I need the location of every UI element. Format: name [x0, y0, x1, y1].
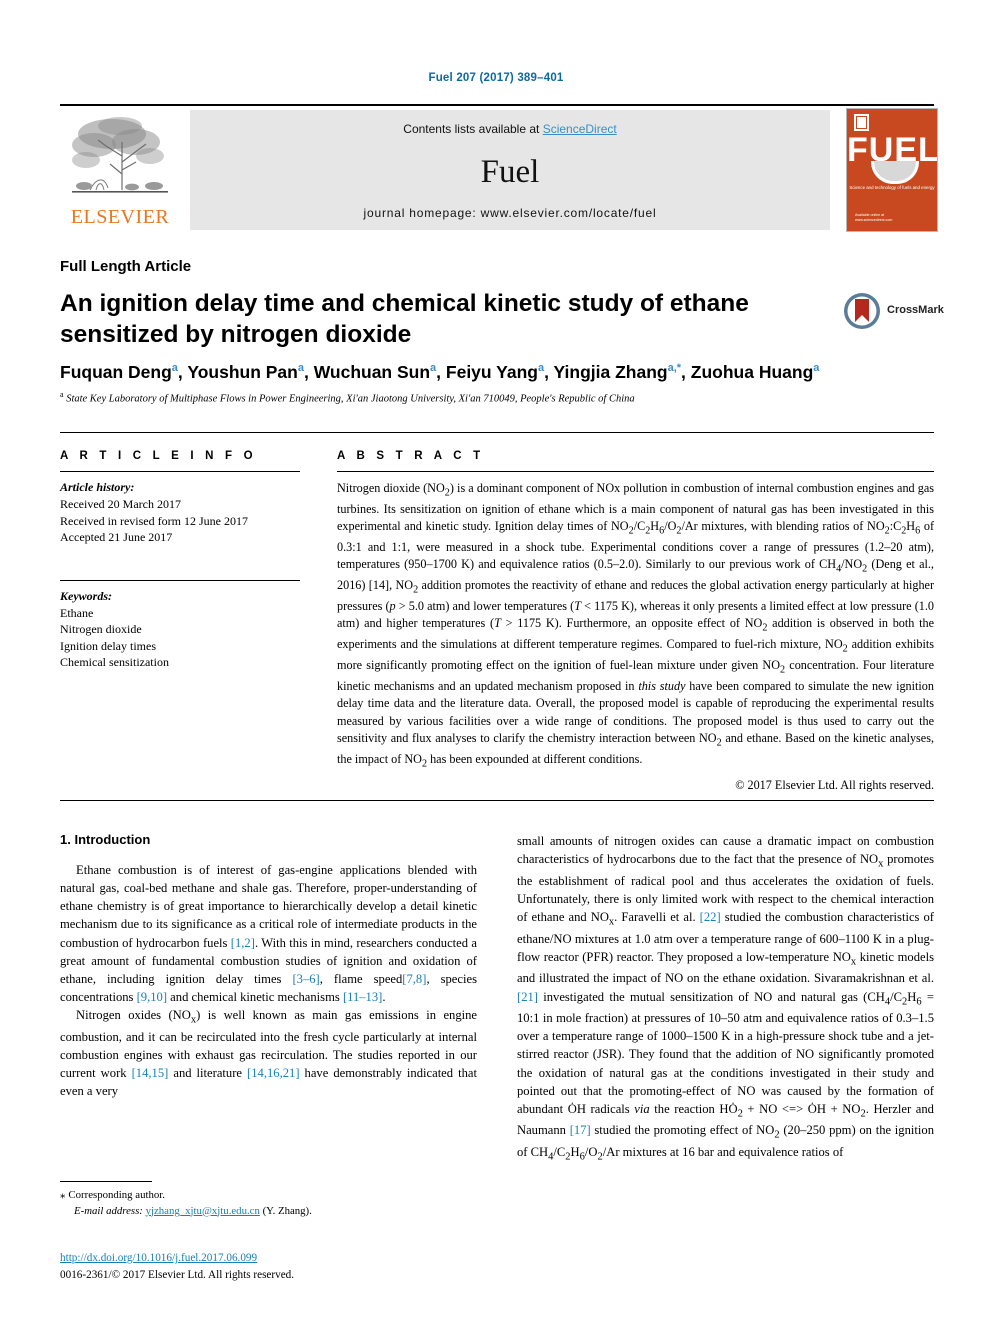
- sciencedirect-link[interactable]: ScienceDirect: [543, 122, 617, 136]
- abstract-body: Nitrogen dioxide (NO2) is a dominant com…: [337, 481, 935, 770]
- abstract-heading: A B S T R A C T: [337, 450, 485, 462]
- abstract-column: A B S T R A C T Nitrogen dioxide (NO2) i…: [337, 450, 934, 793]
- info-divider: [60, 471, 300, 472]
- article-page: Fuel 207 (2017) 389–401 ELSEVIER Content…: [0, 0, 992, 1323]
- footer-block: http://dx.doi.org/10.1016/j.fuel.2017.06…: [60, 1250, 560, 1284]
- journal-band: Contents lists available at ScienceDirec…: [190, 110, 830, 230]
- footnote-block: ⁎ Corresponding author. E-mail address: y…: [60, 1188, 477, 1219]
- cover-arc-graphic: [871, 161, 919, 184]
- keyword-item: Chemical sensitization: [60, 655, 169, 670]
- issn-copyright-line: 0016-2361/© 2017 Elsevier Ltd. All right…: [60, 1268, 295, 1281]
- info-bottom-rule: [60, 800, 934, 801]
- article-info-column: A R T I C L E I N F O Article history: R…: [60, 450, 300, 671]
- journal-title: Fuel: [480, 154, 540, 190]
- article-history-heading: Article history:: [60, 480, 135, 494]
- history-item: Received 20 March 2017: [60, 497, 181, 511]
- article-info-heading: A R T I C L E I N F O: [60, 450, 257, 462]
- info-top-rule: [60, 432, 934, 433]
- body-column-left: 1. Introduction Ethane combustion is of …: [60, 832, 477, 1100]
- corresponding-author-note: ⁎ Corresponding author.: [60, 1188, 477, 1204]
- paragraph: small amounts of nitrogen oxides can cau…: [517, 834, 934, 1163]
- history-item: Accepted 21 June 2017: [60, 530, 173, 545]
- elsevier-wordmark: ELSEVIER: [70, 206, 170, 228]
- email-label: E-mail address:: [74, 1204, 143, 1217]
- crossmark-badge[interactable]: CrossMark: [843, 290, 944, 334]
- corresponding-author-text: Corresponding author.: [68, 1189, 165, 1201]
- corresponding-author-marker: ⁎: [60, 1189, 66, 1201]
- email-link[interactable]: yjzhang_xjtu@xjtu.edu.cn: [146, 1205, 260, 1217]
- crossmark-label: CrossMark: [887, 304, 944, 316]
- keywords-divider: [60, 579, 300, 581]
- cover-badge-icon: [854, 114, 869, 131]
- page-title: An ignition delay time and chemical kine…: [60, 290, 749, 349]
- abstract-divider: [337, 471, 934, 472]
- cover-subtitle: Science and technology of fuels and ener…: [849, 185, 935, 190]
- body-column-right: small amounts of nitrogen oxides can cau…: [517, 832, 934, 1165]
- paragraph: Nitrogen oxides (NOx) is well known as m…: [60, 1008, 478, 1098]
- abstract-copyright: © 2017 Elsevier Ltd. All rights reserved…: [735, 777, 934, 792]
- history-item: Received in revised form 12 June 2017: [60, 513, 248, 528]
- keywords-heading: Keywords:: [60, 588, 112, 603]
- email-note: E-mail address: yjzhang_xjtu@xjtu.edu.cn…: [60, 1204, 477, 1220]
- section-heading-introduction: 1. Introduction: [60, 832, 151, 847]
- cover-footer-text: Available online at www.sciencedirect.co…: [855, 213, 893, 223]
- crossmark-icon: [844, 293, 880, 329]
- author-list: Fuquan Denga, Youshun Pana, Wuchuan Suna…: [60, 362, 820, 382]
- footnote-rule: [60, 1181, 152, 1182]
- elsevier-logo: ELSEVIER: [60, 110, 180, 230]
- keywords-block: Keywords: Ethane Nitrogen dioxide Igniti…: [60, 579, 300, 671]
- doi-link[interactable]: http://dx.doi.org/10.1016/j.fuel.2017.06…: [60, 1252, 257, 1264]
- running-head: Fuel 207 (2017) 389–401: [428, 72, 564, 84]
- keyword-item: Nitrogen dioxide: [60, 622, 142, 637]
- article-type-label: Full Length Article: [60, 258, 192, 275]
- contents-prefix: Contents lists available at: [403, 122, 543, 136]
- masthead-top-rule: [60, 104, 934, 106]
- elsevier-tree-icon: [72, 117, 168, 193]
- journal-homepage[interactable]: journal homepage: www.elsevier.com/locat…: [190, 206, 830, 220]
- contents-list-line: Contents lists available at ScienceDirec…: [190, 122, 830, 136]
- journal-cover-thumbnail: FUEL Science and technology of fuels and…: [846, 108, 938, 232]
- journal-masthead: ELSEVIER Contents lists available at Sci…: [60, 104, 938, 232]
- paragraph: Ethane combustion is of interest of gas-…: [60, 863, 477, 1004]
- email-suffix: (Y. Zhang).: [262, 1204, 312, 1217]
- affiliation: a State Key Laboratory of Multiphase Flo…: [60, 390, 635, 405]
- keyword-item: Ethane: [60, 605, 94, 620]
- keyword-item: Ignition delay times: [60, 638, 156, 653]
